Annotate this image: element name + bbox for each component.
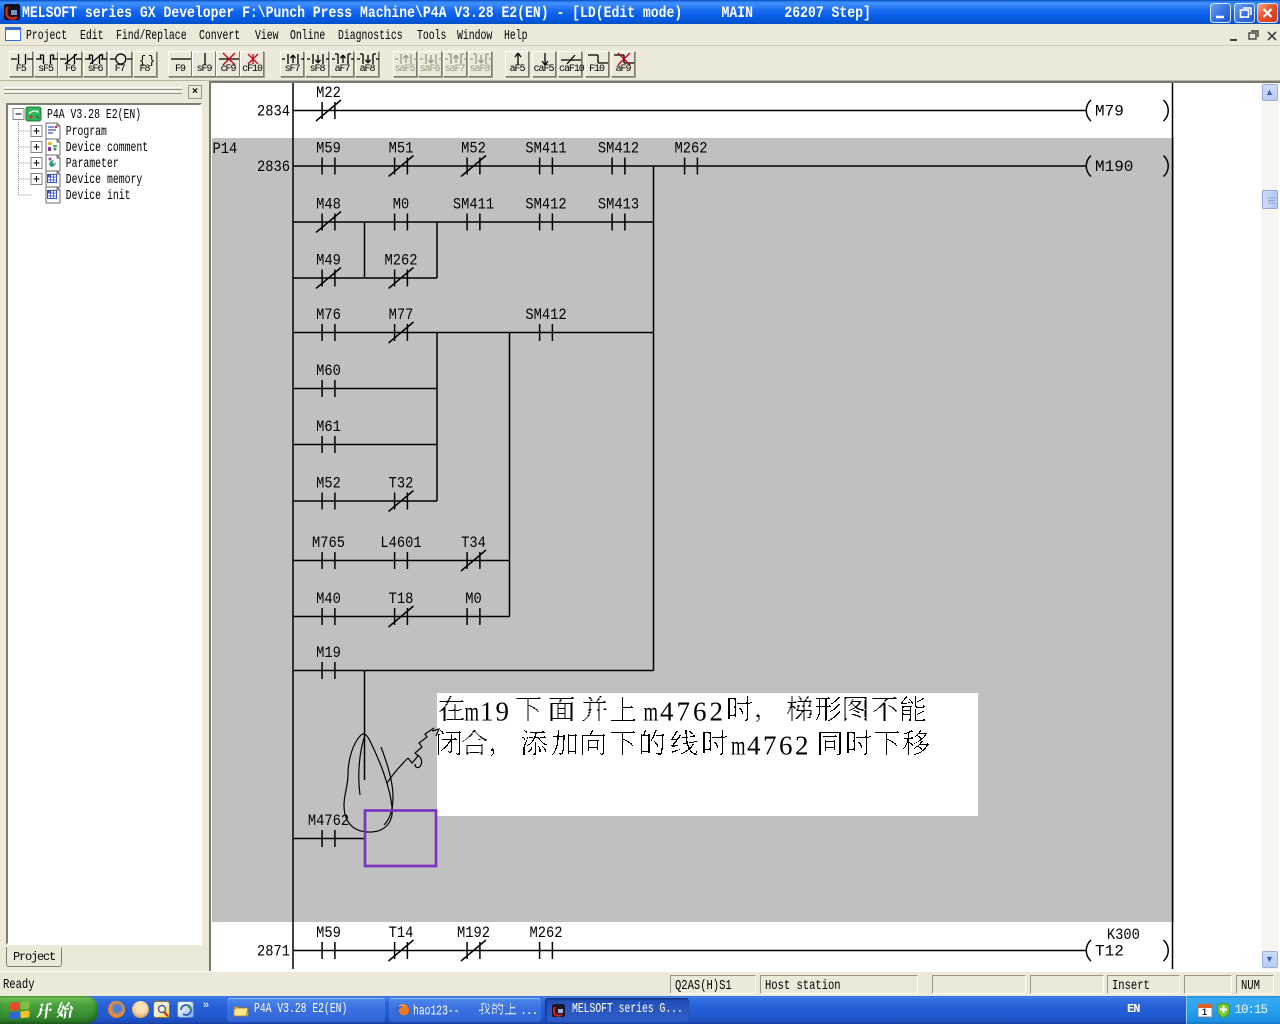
svg-text:Parameter: Parameter <box>66 155 119 171</box>
svg-text:6: 6 <box>693 697 707 727</box>
svg-text:M19: M19 <box>316 645 341 662</box>
svg-text:M77: M77 <box>389 307 414 324</box>
svg-text:T12: T12 <box>1095 942 1124 960</box>
svg-text:M60: M60 <box>316 363 341 380</box>
svg-text:SM412: SM412 <box>598 141 639 158</box>
svg-text:M48: M48 <box>316 197 341 214</box>
svg-text:m: m <box>465 697 480 727</box>
svg-text:4: 4 <box>660 697 674 727</box>
svg-text:9: 9 <box>496 697 510 727</box>
svg-text:2: 2 <box>710 697 724 727</box>
svg-text:M52: M52 <box>461 141 486 158</box>
svg-text:M79: M79 <box>1095 102 1124 120</box>
svg-text:Device memory: Device memory <box>66 171 142 187</box>
svg-text:1: 1 <box>480 697 494 727</box>
svg-text:M76: M76 <box>316 307 341 324</box>
svg-text:T18: T18 <box>389 591 414 608</box>
svg-text:L4601: L4601 <box>380 535 421 552</box>
svg-text:6: 6 <box>779 731 793 761</box>
svg-text:SM411: SM411 <box>525 141 566 158</box>
svg-text:1: 1 <box>1202 1007 1207 1017</box>
svg-text:M51: M51 <box>389 141 414 158</box>
svg-text:M262: M262 <box>530 925 563 942</box>
svg-text:Device comment: Device comment <box>66 139 148 155</box>
svg-text:M190: M190 <box>1095 158 1133 176</box>
svg-text:2871: 2871 <box>257 943 290 960</box>
svg-text:M262: M262 <box>675 141 708 158</box>
svg-text:7: 7 <box>677 697 691 727</box>
svg-text:M262: M262 <box>385 253 418 270</box>
svg-text:SM412: SM412 <box>525 197 566 214</box>
svg-text:Device init: Device init <box>66 187 131 203</box>
svg-text:4: 4 <box>747 731 761 761</box>
svg-text:T14: T14 <box>389 925 414 942</box>
svg-text:SM413: SM413 <box>598 197 639 214</box>
svg-text:SM411: SM411 <box>453 197 494 214</box>
svg-text:m: m <box>731 731 746 761</box>
svg-text:M0: M0 <box>465 591 482 608</box>
svg-text:M40: M40 <box>316 591 341 608</box>
svg-text:M4762: M4762 <box>308 813 349 830</box>
svg-text:...: ... <box>520 1004 537 1018</box>
svg-text:M61: M61 <box>316 419 341 436</box>
svg-text:M22: M22 <box>316 85 341 102</box>
svg-text:P4A V3.28 E2(EN): P4A V3.28 E2(EN) <box>47 106 141 122</box>
svg-text:Program: Program <box>66 123 107 139</box>
svg-text:2: 2 <box>795 731 809 761</box>
svg-text:2834: 2834 <box>257 103 290 120</box>
svg-text:P14: P14 <box>212 141 237 158</box>
svg-text:m: m <box>644 697 659 727</box>
svg-text:7: 7 <box>763 731 777 761</box>
svg-text:M59: M59 <box>316 925 341 942</box>
svg-text:SM412: SM412 <box>525 307 566 324</box>
svg-text:T34: T34 <box>461 535 486 552</box>
svg-text:M52: M52 <box>316 476 341 493</box>
svg-text:K300: K300 <box>1107 927 1140 944</box>
svg-text:T32: T32 <box>389 476 414 493</box>
svg-text:M59: M59 <box>316 141 341 158</box>
svg-text:2836: 2836 <box>257 159 290 176</box>
svg-text:M765: M765 <box>312 535 345 552</box>
svg-text:M0: M0 <box>393 197 410 214</box>
svg-text:M49: M49 <box>316 253 341 270</box>
svg-text:M192: M192 <box>457 925 490 942</box>
